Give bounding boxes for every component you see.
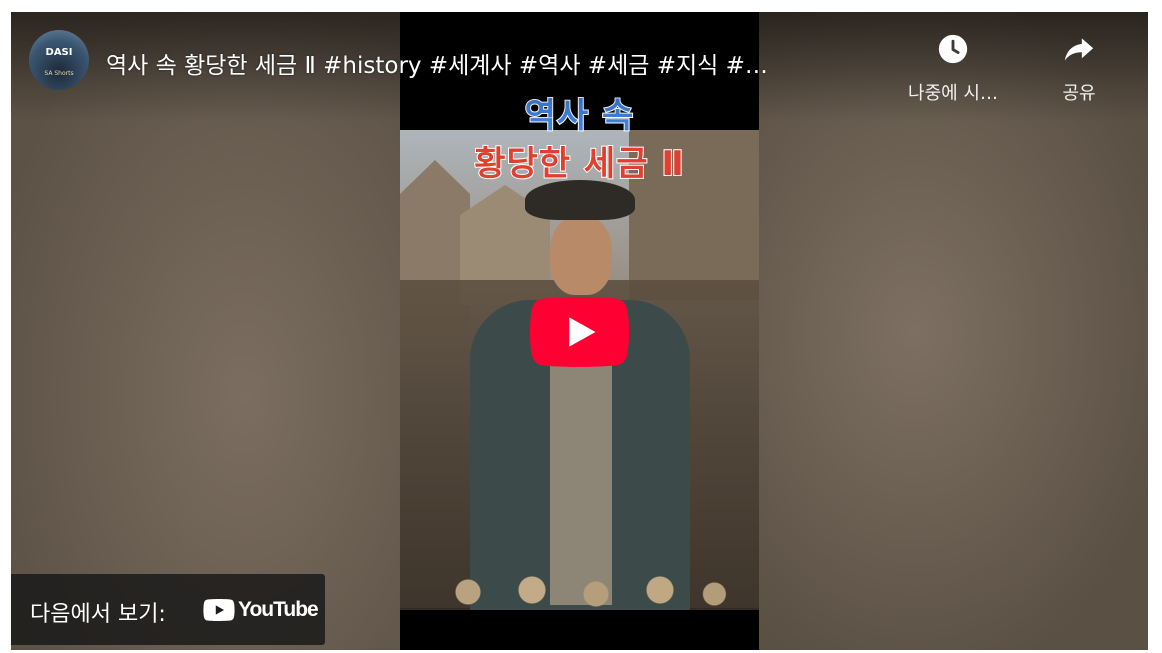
channel-avatar-text: DASI [45,47,73,58]
watch-later-label: 나중에 시… [908,83,998,104]
watch-on-label: 다음에서 보기: [30,602,166,627]
clock-icon [936,34,970,70]
channel-avatar-subtext: SA Shorts [44,70,74,77]
youtube-wordmark: YouTube [238,598,319,621]
play-icon [529,297,630,367]
youtube-logo-icon [203,599,235,621]
thumbnail-caption-line2: 황당한 세금 Ⅱ [473,143,685,185]
youtube-logo: YouTube [203,598,319,621]
thumbnail-figure-hat [525,180,635,220]
thumbnail-scene [400,130,759,610]
play-button[interactable] [529,297,630,367]
thumbnail-potatoes [420,568,740,608]
watch-later-button[interactable]: 나중에 시… [898,32,1008,105]
channel-avatar[interactable]: DASI SA Shorts [29,30,89,90]
share-label: 공유 [1062,83,1096,104]
thumbnail-figure-face [550,215,612,295]
share-button[interactable]: 공유 [1024,32,1134,105]
watch-on-youtube-button[interactable]: 다음에서 보기: YouTube [11,574,325,645]
video-title[interactable]: 역사 속 황당한 세금 Ⅱ #history #세계사 #역사 #세금 #지식 … [106,46,866,80]
video-player[interactable]: 역사 속 황당한 세금 Ⅱ DASI SA Shorts 역사 속 황당한 세금… [11,12,1148,650]
share-arrow-icon [1062,38,1096,70]
